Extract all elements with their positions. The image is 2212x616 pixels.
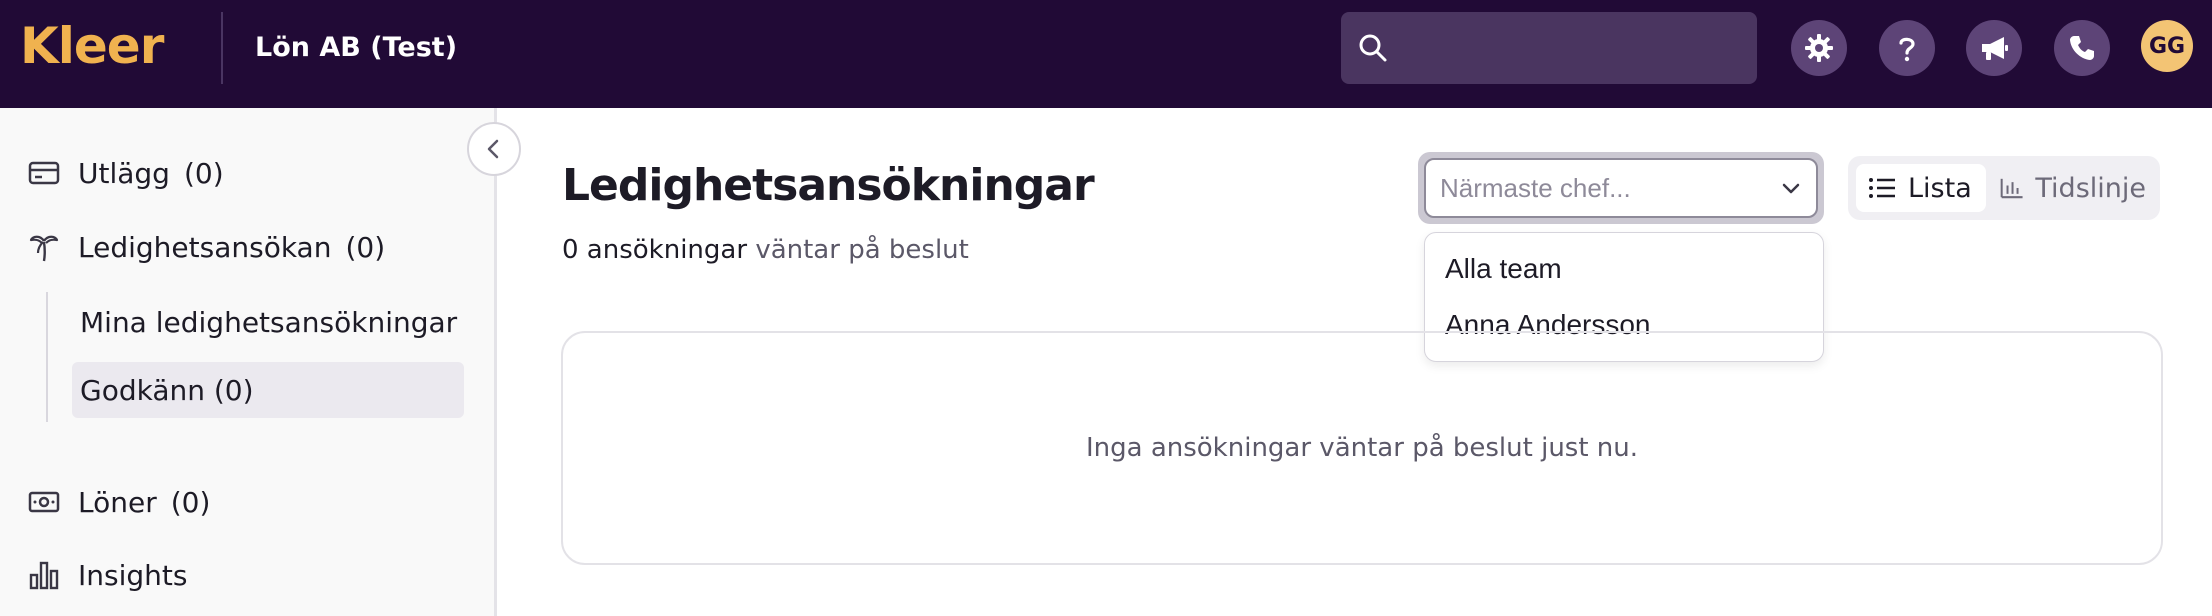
view-toggle: Lista Tidslinje <box>1848 156 2160 220</box>
sidebar-item-expenses[interactable]: Utlägg (0) <box>28 151 224 195</box>
page-title: Ledighetsansökningar <box>562 160 1095 211</box>
sidebar-item-count: (0) <box>183 156 224 190</box>
receipt-card-icon <box>28 161 60 185</box>
sidebar-item-count: (0) <box>170 485 211 519</box>
help-icon <box>1899 37 1915 62</box>
chevron-down-icon[interactable] <box>1780 178 1802 200</box>
bar-chart-icon <box>29 561 59 590</box>
global-search-input[interactable] <box>1341 12 1757 84</box>
announcements-button[interactable] <box>1966 20 2022 76</box>
submenu-indent-line <box>46 292 48 422</box>
company-name[interactable]: Lön AB (Test) <box>255 30 457 66</box>
sidebar-item-insights[interactable]: Insights <box>28 553 187 597</box>
pending-label: väntar på beslut <box>755 235 969 265</box>
sidebar-item-salaries[interactable]: Löner (0) <box>28 480 210 524</box>
manager-select[interactable] <box>1424 158 1818 218</box>
kleer-logo[interactable]: Kleer <box>20 17 164 75</box>
sidebar-subitem-label: Godkänn (0) <box>80 373 254 407</box>
collapse-sidebar-button[interactable] <box>467 122 521 176</box>
palm-tree-icon <box>29 235 59 262</box>
phone-icon <box>2070 36 2094 60</box>
dropdown-option-all-teams[interactable]: Alla team <box>1445 249 1562 289</box>
empty-state-card: Inga ansökningar väntar på beslut just n… <box>561 331 2163 565</box>
timeline-view-label: Tidslinje <box>2035 172 2146 204</box>
search-icon <box>1359 34 1387 62</box>
pending-summary: 0 ansökningar väntar på beslut <box>562 232 969 268</box>
top-navigation-bar: Kleer Lön AB (Test) GG <box>0 0 2212 108</box>
sidebar-item-label: Ledighetsansökan <box>78 230 332 264</box>
list-view-button[interactable]: Lista <box>1856 164 1986 212</box>
contact-button[interactable] <box>2054 20 2110 76</box>
banknote-icon <box>28 491 60 513</box>
sidebar-item-label: Löner <box>78 485 157 519</box>
user-avatar[interactable]: GG <box>2141 20 2193 72</box>
timeline-chart-icon <box>2000 178 2023 199</box>
sidebar-subitem-approve[interactable]: Godkänn (0) <box>72 362 464 418</box>
manager-select-input[interactable] <box>1440 170 1760 206</box>
sidebar-item-count: (0) <box>345 230 386 264</box>
chevron-left-icon <box>487 139 499 159</box>
help-button[interactable] <box>1879 20 1935 76</box>
list-view-label: Lista <box>1908 172 1972 204</box>
sidebar-subitem-my-leave-requests[interactable]: Mina ledighetsansökningar <box>72 294 457 350</box>
megaphone-icon <box>1982 37 2008 60</box>
gear-icon <box>1805 34 1833 62</box>
sidebar-subitem-label: Mina ledighetsansökningar <box>80 305 458 339</box>
timeline-view-button[interactable]: Tidslinje <box>1988 164 2156 212</box>
sidebar-item-label: Insights <box>78 558 188 592</box>
logo-text: Kleer <box>20 17 164 75</box>
sidebar: Utlägg (0) Ledighetsansökan (0) Mina led… <box>0 108 497 616</box>
list-icon <box>1869 178 1895 198</box>
sidebar-item-leave-request[interactable]: Ledighetsansökan (0) <box>28 225 385 269</box>
sidebar-item-label: Utlägg <box>78 156 170 190</box>
empty-state-message: Inga ansökningar väntar på beslut just n… <box>1085 433 1639 463</box>
pending-count: 0 ansökningar <box>562 235 748 265</box>
header-divider <box>221 12 223 84</box>
settings-button[interactable] <box>1791 20 1847 76</box>
avatar-initials: GG <box>2148 33 2186 59</box>
